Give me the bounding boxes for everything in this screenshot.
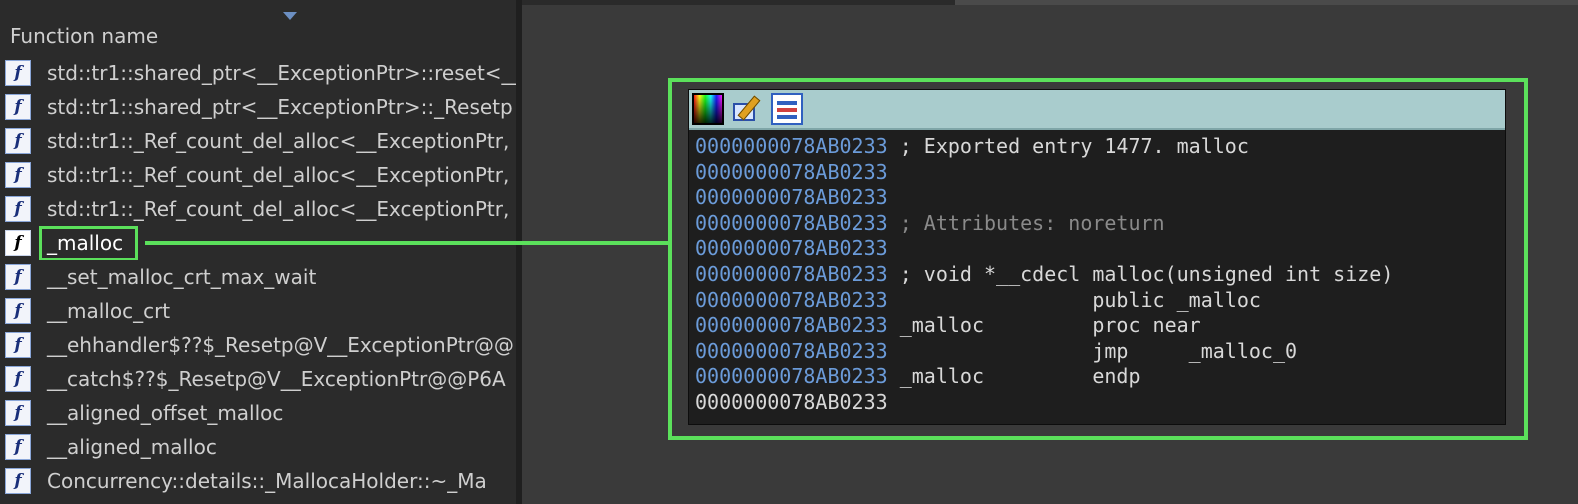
function-panel: Function name fstd::tr1::shared_ptr<__Ex… (0, 0, 516, 504)
address: 0000000078AB0233 (695, 159, 888, 184)
color-palette-icon[interactable] (692, 93, 724, 125)
function-name: std::tr1::shared_ptr<__ExceptionPtr>::_R… (47, 95, 513, 119)
sync-icon[interactable] (771, 93, 803, 125)
function-row[interactable]: f __malloc_crt (0, 294, 516, 328)
asm-code: _malloc proc near (887, 313, 1201, 338)
function-list-header[interactable]: Function name (0, 6, 516, 52)
function-name: std::tr1::shared_ptr<__ExceptionPtr>::re… (47, 61, 516, 85)
address: 0000000078AB0233 (695, 389, 888, 414)
function-icon: f (5, 366, 31, 392)
address: 0000000078AB0233 (695, 236, 888, 261)
asm-comment: ; Attributes: noreturn (887, 210, 1165, 235)
function-name: __aligned_malloc (47, 435, 217, 459)
function-icon: f (5, 60, 31, 86)
function-icon: f (5, 128, 31, 154)
disassembly-line[interactable]: 0000000078AB0233 _malloc endp (695, 364, 1393, 390)
function-name: __aligned_offset_malloc (47, 401, 284, 425)
function-row[interactable]: f __ehhandler$??$_Resetp@V__ExceptionPtr@… (0, 328, 516, 362)
function-row[interactable]: f std::tr1::_Ref_count_del_alloc<__Except… (0, 158, 516, 192)
function-icon: f (5, 196, 31, 222)
disassembly-line[interactable]: 0000000078AB0233 (695, 185, 1393, 211)
function-row[interactable]: f __aligned_malloc (0, 430, 516, 464)
function-icon: f (5, 468, 31, 494)
function-row[interactable]: f std::tr1::shared_ptr<__ExceptionPtr>::_… (0, 90, 516, 124)
function-icon: f (5, 332, 31, 358)
top-strip-segment (955, 0, 1578, 5)
asm-code: public _malloc (887, 287, 1261, 312)
sort-arrow-icon[interactable] (283, 12, 297, 20)
asm-code: ; Exported entry 1477. malloc (887, 134, 1249, 158)
address: 0000000078AB0233 (695, 134, 888, 158)
asm-code: _malloc endp (887, 364, 1141, 389)
disassembly-line[interactable]: 0000000078AB0233 (695, 236, 1393, 262)
function-icon: f (5, 400, 31, 426)
function-icon: f (5, 230, 31, 256)
asm-code: ; void *__cdecl malloc(unsigned int size… (887, 261, 1394, 286)
function-icon: f (5, 434, 31, 460)
function-name: std::tr1::_Ref_count_del_alloc<__Excepti… (47, 163, 510, 187)
function-name: Concurrency::details::_MallocaHolder::~_… (47, 469, 487, 493)
disassembly-line[interactable]: 0000000078AB0233 ; Exported entry 1477. … (695, 134, 1393, 160)
function-row[interactable]: f Concurrency::details::_MallocaHolder::~… (0, 464, 516, 498)
function-list: f std::tr1::shared_ptr<__ExceptionPtr>::r… (0, 56, 516, 498)
function-icon: f (5, 94, 31, 120)
function-row[interactable]: f std::tr1::_Ref_count_del_alloc<__Except… (0, 192, 516, 226)
popup-toolbar (689, 90, 1505, 130)
disassembly-line[interactable]: 0000000078AB0233 ; void *__cdecl malloc(… (695, 262, 1393, 288)
function-name: __set_malloc_crt_max_wait (47, 265, 317, 289)
function-name: __catch$??$_Resetp@V__ExceptionPtr@@P6A (47, 367, 506, 391)
disassembly-line[interactable]: 0000000078AB0233 ; Attributes: noreturn (695, 211, 1393, 237)
function-name: _malloc (39, 226, 139, 260)
address: 0000000078AB0233 (695, 185, 888, 210)
function-icon: f (5, 264, 31, 290)
disassembly-line[interactable]: 0000000078AB0233 (695, 160, 1393, 186)
function-row[interactable]: f std::tr1::_Ref_count_del_alloc<__Except… (0, 124, 516, 158)
asm-code: jmp _malloc_0 (887, 338, 1298, 363)
address: 0000000078AB0233 (695, 210, 888, 235)
function-row[interactable]: f std::tr1::shared_ptr<__ExceptionPtr>::r… (0, 56, 516, 90)
function-row[interactable]: f __catch$??$_Resetp@V__ExceptionPtr@@P6A (0, 362, 516, 396)
function-name: __malloc_crt (47, 299, 171, 323)
disassembly-line[interactable]: 0000000078AB0233 _malloc proc near (695, 313, 1393, 339)
disassembly-popup: 0000000078AB0233 ; Exported entry 1477. … (688, 89, 1506, 425)
disassembly-line[interactable]: 0000000078AB0233 (695, 390, 1393, 416)
edit-icon[interactable] (731, 93, 763, 125)
address: 0000000078AB0233 (695, 261, 888, 286)
panel-splitter[interactable] (516, 0, 522, 504)
address: 0000000078AB0233 (695, 338, 888, 363)
disassembly-listing[interactable]: 0000000078AB0233 ; Exported entry 1477. … (695, 134, 1393, 416)
column-header-function-name[interactable]: Function name (10, 24, 158, 48)
function-icon: f (5, 162, 31, 188)
address: 0000000078AB0233 (695, 313, 888, 338)
function-row[interactable]: f __aligned_offset_malloc (0, 396, 516, 430)
disassembly-line[interactable]: 0000000078AB0233 public _malloc (695, 288, 1393, 314)
function-name: __ehhandler$??$_Resetp@V__ExceptionPtr@@ (47, 333, 514, 357)
function-row[interactable]: f __set_malloc_crt_max_wait (0, 260, 516, 294)
address: 0000000078AB0233 (695, 287, 888, 312)
disassembly-line[interactable]: 0000000078AB0233 jmp _malloc_0 (695, 339, 1393, 365)
address: 0000000078AB0233 (695, 364, 888, 389)
highlight-connector (145, 241, 670, 245)
function-icon: f (5, 298, 31, 324)
function-name: std::tr1::_Ref_count_del_alloc<__Excepti… (47, 197, 510, 221)
function-name: std::tr1::_Ref_count_del_alloc<__Excepti… (47, 129, 510, 153)
